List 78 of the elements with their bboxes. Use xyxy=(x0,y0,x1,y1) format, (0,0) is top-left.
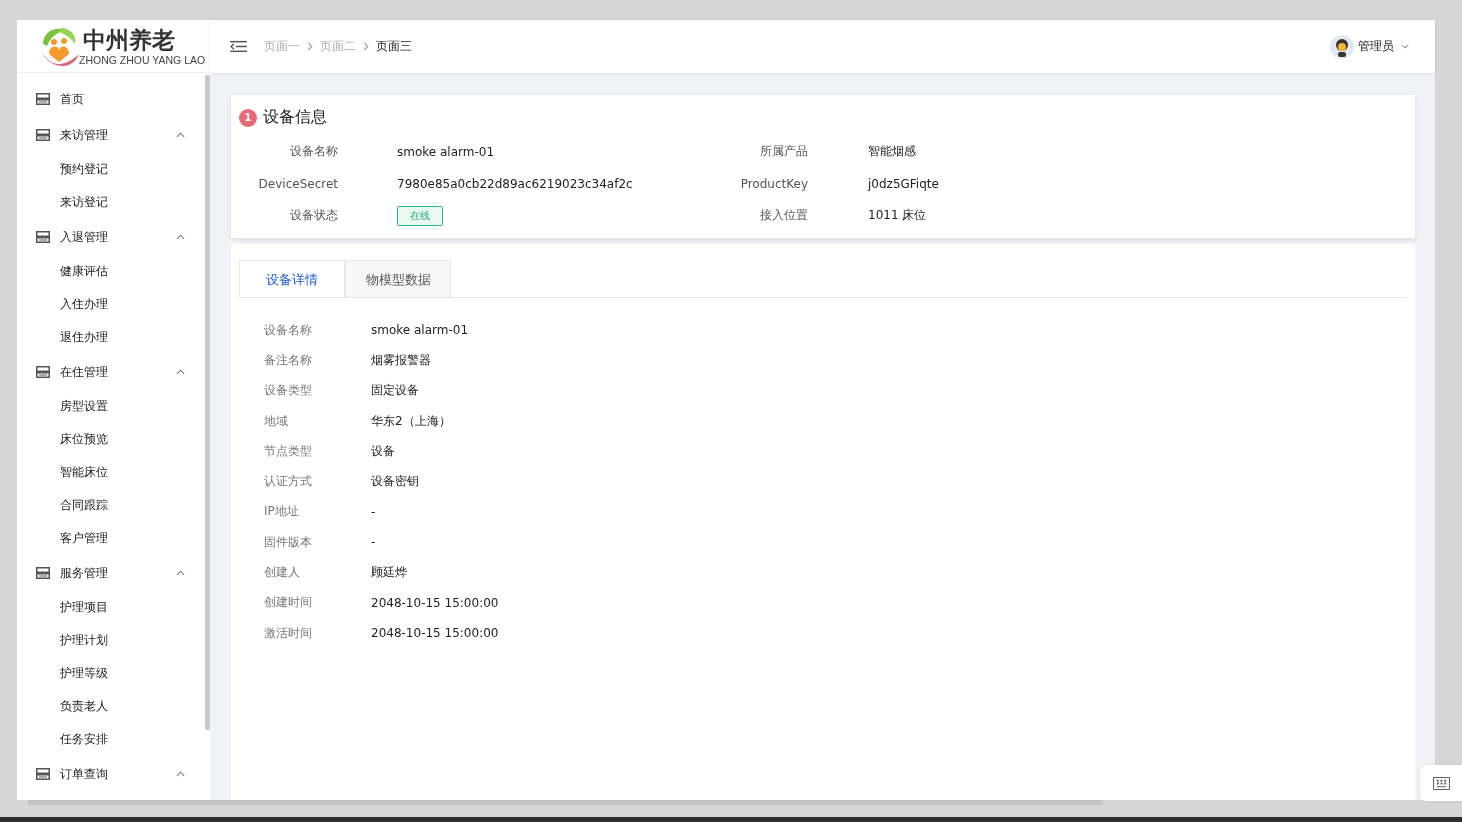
detail-label: 设备名称 xyxy=(264,321,313,339)
field-label: 所属产品 xyxy=(759,143,808,160)
sidebar-subitem[interactable]: 合同跟踪 xyxy=(17,489,108,522)
detail-label: 地域 xyxy=(264,412,289,430)
sidebar-item[interactable]: 入退管理 xyxy=(17,219,205,255)
detail-label: 创建人 xyxy=(264,564,301,581)
sidebar-item[interactable]: 首页 xyxy=(17,81,205,117)
field-label: DeviceSecret xyxy=(257,176,338,191)
tab[interactable]: 设备详情 xyxy=(239,260,345,297)
detail-label: IP地址 xyxy=(264,503,300,521)
sidebar-subitem[interactable]: 入住办理 xyxy=(17,288,108,321)
sidebar-item[interactable]: 在住管理 xyxy=(17,354,205,390)
detail-value: smoke alarm-01 xyxy=(371,323,469,338)
detail-value: 2048-10-15 15:00:00 xyxy=(371,595,499,610)
keyboard-icon xyxy=(1432,776,1450,790)
logo-title: 中州养老 xyxy=(83,26,176,54)
server-icon xyxy=(36,93,50,105)
field-value: j0dz5GFiqte xyxy=(868,176,939,191)
detail-value: 顾廷烨 xyxy=(371,564,407,581)
sidebar-item[interactable]: 来访管理 xyxy=(17,117,205,153)
server-icon xyxy=(36,768,50,780)
sidebar-subitem[interactable]: 任务安排 xyxy=(17,723,108,756)
detail-label: 固件版本 xyxy=(264,533,313,551)
detail-value: - xyxy=(371,535,376,550)
detail-label: 设备类型 xyxy=(264,382,313,400)
detail-label: 激活时间 xyxy=(264,624,313,642)
detail-value: 固定设备 xyxy=(371,382,419,400)
detail-value: 华东2（上海） xyxy=(371,412,451,430)
detail-value: 设备密钥 xyxy=(371,473,419,491)
field-value: smoke alarm-01 xyxy=(397,144,495,159)
sidebar-subitem[interactable]: 护理项目 xyxy=(17,591,108,624)
detail-label: 创建时间 xyxy=(264,594,313,612)
detail-label: 备注名称 xyxy=(264,351,313,369)
field-label: 设备状态 xyxy=(289,207,338,224)
avatar-icon[interactable] xyxy=(1330,34,1354,59)
sidebar-subitem[interactable]: 来访登记 xyxy=(17,186,108,219)
sidebar-subitem[interactable]: 智能床位 xyxy=(17,456,108,489)
sidebar-subitem[interactable]: 负责老人 xyxy=(17,690,108,723)
detail-label: 节点类型 xyxy=(264,442,313,460)
field-label: 接入位置 xyxy=(759,207,808,224)
chevron-icon xyxy=(307,42,313,51)
status-tag: 在线 xyxy=(397,205,443,226)
detail-value: - xyxy=(371,504,376,519)
sidebar-subitem[interactable]: 护理计划 xyxy=(17,624,108,657)
user-name[interactable]: 管理员 xyxy=(1358,38,1394,55)
sidebar-subitem[interactable]: 床位预览 xyxy=(17,423,108,456)
detail-value: 2048-10-15 15:00:00 xyxy=(371,626,499,641)
sidebar-subitem[interactable]: 预约登记 xyxy=(17,153,108,186)
chevron-icon xyxy=(363,42,369,51)
detail-label: 认证方式 xyxy=(264,473,313,491)
step-badge: 1 xyxy=(239,108,257,127)
detail-value: 设备 xyxy=(371,442,395,460)
server-icon xyxy=(36,129,50,141)
field-value: 7980e85a0cb22d89ac6219023c34af2c xyxy=(397,176,633,191)
scrollbar[interactable] xyxy=(27,800,1103,805)
tab[interactable]: 物模型数据 xyxy=(345,260,451,297)
logo-subtitle: ZHONG ZHOU YANG LAO xyxy=(79,54,206,66)
section-title: 设备信息 xyxy=(263,107,327,128)
keyboard-button[interactable] xyxy=(1420,765,1462,801)
sidebar-item[interactable]: 订单查询 xyxy=(17,756,205,792)
sidebar-subitem[interactable]: 退住办理 xyxy=(17,321,108,354)
breadcrumb-link[interactable]: 页面三 xyxy=(376,38,412,55)
menu-icon[interactable] xyxy=(230,40,247,53)
sidebar-subitem[interactable]: 护理等级 xyxy=(17,657,108,690)
caret-icon[interactable] xyxy=(1401,44,1409,49)
field-value: 智能烟感 xyxy=(868,143,916,160)
sidebar-subitem[interactable]: 房型设置 xyxy=(17,390,108,423)
field-label: ProductKey xyxy=(739,176,808,191)
detail-value: 烟雾报警器 xyxy=(371,351,431,369)
sidebar-subitem[interactable]: 客户管理 xyxy=(17,522,108,555)
server-icon xyxy=(36,567,50,579)
scrollbar[interactable] xyxy=(205,75,210,730)
field-value: 1011 床位 xyxy=(868,207,927,224)
sidebar-item[interactable]: 服务管理 xyxy=(17,555,205,591)
field-label: 设备名称 xyxy=(289,143,338,160)
server-icon xyxy=(36,231,50,243)
sidebar-subitem[interactable]: 健康评估 xyxy=(17,255,108,288)
server-icon xyxy=(36,366,50,378)
